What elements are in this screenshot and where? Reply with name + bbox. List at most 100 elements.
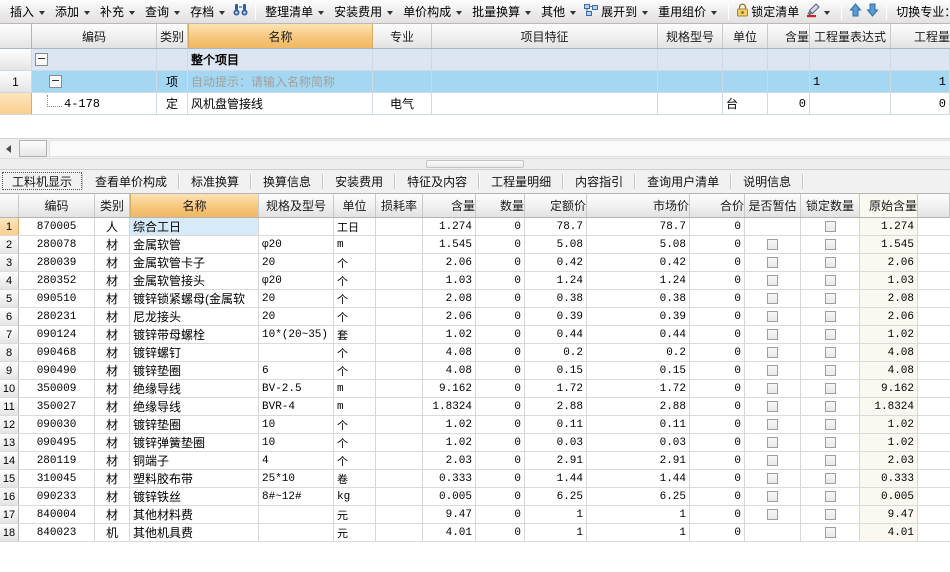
cell-content[interactable]: 1.545 [423,236,476,253]
chevron-down-icon[interactable] [219,10,226,15]
chevron-down-icon[interactable] [711,10,718,15]
cell-code[interactable]: 280119 [19,452,95,469]
lock-quantity-checkbox[interactable] [824,437,836,448]
column-header-name[interactable]: 名称 [130,194,259,217]
cell-spec[interactable]: BVR-4 [259,398,334,415]
cell-code[interactable]: 090233 [19,488,95,505]
cell-spec[interactable] [259,218,334,235]
cell-lock-quantity[interactable] [801,218,860,235]
cell-unit[interactable]: 台 [723,93,768,114]
cell-name[interactable]: 金属软管卡子 [130,254,259,271]
cell-content[interactable]: 2.06 [423,308,476,325]
cell-standard-price[interactable]: 1.24 [525,272,587,289]
cell-quantity[interactable]: 1 [891,71,950,92]
toolbar-button-unit-price-composition[interactable]: 单价构成 [399,2,468,22]
toolbar-button-move-down[interactable] [864,2,881,22]
cell-spec[interactable]: BV-2.5 [259,380,334,397]
column-header-name[interactable]: 名称 [188,24,373,48]
cell-unit[interactable] [723,71,768,92]
cell-quantity[interactable]: 0 [476,506,525,523]
cell-market-price[interactable]: 1.72 [587,380,690,397]
cell-market-price[interactable]: 1 [587,506,690,523]
provisional-checkbox[interactable] [767,347,778,358]
pane-splitter[interactable] [0,159,950,170]
cell-provisional[interactable] [745,254,801,271]
cell-unit[interactable]: kg [334,488,376,505]
chevron-down-icon[interactable] [525,10,532,15]
cell-total-price[interactable]: 0 [690,506,745,523]
splitter-grip[interactable] [426,160,524,168]
table-row[interactable]: 17 840004 材 其他材料费 元 9.47 0 1 1 0 9.47 [0,506,950,524]
tab-view-unit-price-composition[interactable]: 查看单价构成 [84,170,178,193]
cell-name[interactable]: 风机盘管接线 [188,93,373,114]
table-row[interactable]: 11 350027 材 绝缘导线 BVR-4 m 1.8324 0 2.88 2… [0,398,950,416]
cell-original-content[interactable]: 2.06 [860,254,918,271]
cell-market-price[interactable]: 78.7 [587,218,690,235]
cell-spec[interactable]: φ20 [259,236,334,253]
cell-unit[interactable]: 元 [334,524,376,541]
toolbar-button-archive[interactable]: 存档 [186,2,231,22]
cell-provisional[interactable] [745,272,801,289]
cell-provisional[interactable] [745,290,801,307]
cell-quantity[interactable]: 0 [476,326,525,343]
cell-unit[interactable]: 个 [334,362,376,379]
chevron-down-icon[interactable] [570,10,577,15]
table-row[interactable]: 4 280352 材 金属软管接头 φ20 个 1.03 0 1.24 1.24… [0,272,950,290]
cell-code[interactable]: 280231 [19,308,95,325]
cell-total-price[interactable]: 0 [690,344,745,361]
column-header-provisional[interactable]: 是否暂估 [745,194,801,217]
cell-category[interactable]: 材 [95,380,130,397]
cell-total-price[interactable]: 0 [690,416,745,433]
column-header-total-price[interactable]: 合价 [690,194,745,217]
cell-quantity[interactable]: 0 [476,272,525,289]
cell-provisional[interactable] [745,344,801,361]
cell-market-price[interactable]: 1.44 [587,470,690,487]
cell-code[interactable]: 090490 [19,362,95,379]
chevron-down-icon[interactable] [174,10,181,15]
cell-quantity[interactable]: 0 [476,488,525,505]
cell-standard-price[interactable]: 0.15 [525,362,587,379]
cell-quantity[interactable]: 0 [476,434,525,451]
cell-spec[interactable]: 20 [259,290,334,307]
cell-content[interactable]: 0 [768,93,810,114]
cell-total-price[interactable]: 0 [690,524,745,541]
cell-blank[interactable] [918,416,950,433]
collapse-icon[interactable] [49,75,62,88]
toolbar-button-format-painter[interactable] [803,2,836,22]
cell-provisional[interactable] [745,308,801,325]
cell-provisional[interactable] [745,416,801,433]
cell-content[interactable] [768,49,810,70]
cell-category[interactable]: 项 [157,71,188,92]
cell-name[interactable]: 镀锌弹簧垫圈 [130,434,259,451]
cell-quantity[interactable]: 0 [891,93,950,114]
column-header-content[interactable]: 含量 [423,194,476,217]
cell-provisional[interactable] [745,488,801,505]
cell-original-content[interactable]: 2.03 [860,452,918,469]
cell-content[interactable]: 1.02 [423,416,476,433]
cell-feature[interactable] [432,49,658,70]
provisional-checkbox[interactable] [767,329,778,340]
toolbar-button-other[interactable]: 其他 [537,2,582,22]
chevron-down-icon[interactable] [456,10,463,15]
cell-name[interactable]: 镀锌螺钉 [130,344,259,361]
lock-quantity-checkbox[interactable] [824,383,836,394]
cell-loss-rate[interactable] [376,470,423,487]
cell-original-content[interactable]: 0.005 [860,488,918,505]
cell-original-content[interactable]: 1.03 [860,272,918,289]
column-header-quantity[interactable]: 数量 [476,194,525,217]
cell-loss-rate[interactable] [376,452,423,469]
cell-unit[interactable]: 个 [334,308,376,325]
cell-category[interactable]: 材 [95,326,130,343]
provisional-checkbox[interactable] [767,293,778,304]
cell-standard-price[interactable]: 1 [525,524,587,541]
cell-lock-quantity[interactable] [801,326,860,343]
column-header-content[interactable]: 含量 [768,24,810,48]
cell-market-price[interactable]: 0.44 [587,326,690,343]
cell-content[interactable] [768,71,810,92]
cell-provisional[interactable] [745,380,801,397]
lock-quantity-checkbox[interactable] [824,275,836,286]
cell-total-price[interactable]: 0 [690,272,745,289]
scrollbar-thumb[interactable] [19,140,47,157]
cell-lock-quantity[interactable] [801,416,860,433]
cell-category[interactable]: 材 [95,452,130,469]
